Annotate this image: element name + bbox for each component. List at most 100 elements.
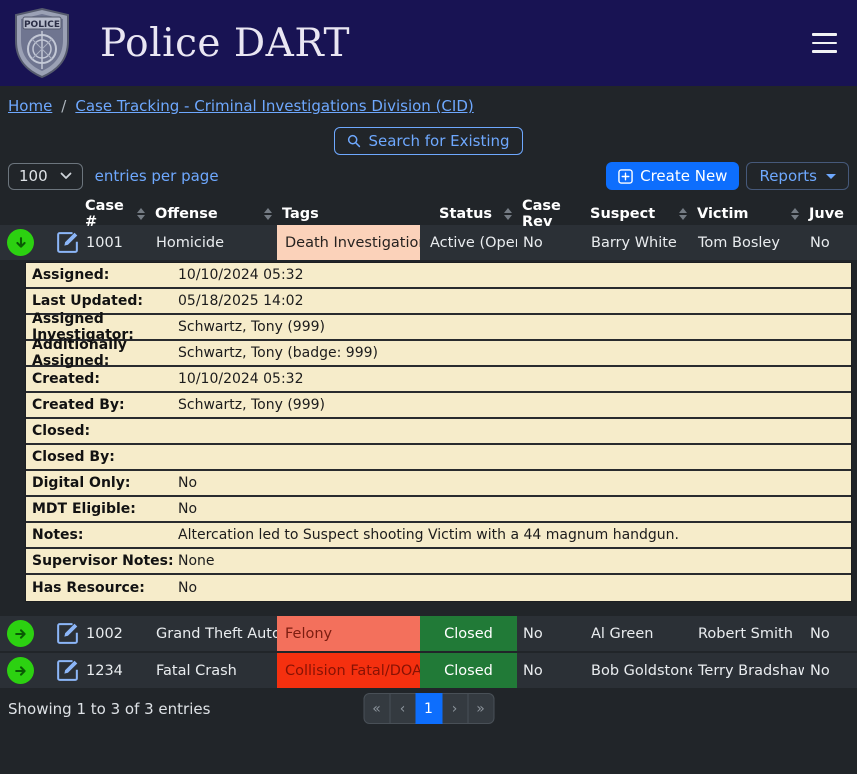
arrow-right-icon xyxy=(13,626,29,642)
sort-icon xyxy=(264,208,272,220)
detail-value: Schwartz, Tony (badge: 999) xyxy=(178,345,378,361)
reports-dropdown-button[interactable]: Reports xyxy=(746,162,849,190)
detail-row: Created By: Schwartz, Tony (999) xyxy=(26,393,851,419)
suspect-cell: Barry White xyxy=(585,225,692,260)
column-header-juve: Juve xyxy=(804,206,857,222)
column-header-tags: Tags xyxy=(277,206,420,222)
case-rev-cell: No xyxy=(517,653,585,688)
edit-pencil-icon xyxy=(56,231,79,254)
detail-label: Created By: xyxy=(26,397,178,413)
offense-cell: Grand Theft Auto xyxy=(150,616,277,651)
detail-label: Assigned: xyxy=(26,267,178,283)
column-header-label: Offense xyxy=(155,206,218,222)
pagination-first-button[interactable]: « xyxy=(363,693,390,724)
detail-label: Closed: xyxy=(26,423,178,439)
table-row: 1234 Fatal Crash Collision Fatal/DOA Clo… xyxy=(0,653,857,690)
edit-cell xyxy=(44,653,80,688)
status-cell: Active (Open) xyxy=(420,225,517,260)
expand-row-button[interactable] xyxy=(7,657,34,684)
victim-cell: Terry Bradshaw xyxy=(692,653,804,688)
police-dart-app: POLICE Police DART Home / Case Tracking … xyxy=(0,0,857,774)
juve-cell: No xyxy=(804,225,857,260)
detail-label: Has Resource: xyxy=(26,580,178,596)
page-size-value: 100 xyxy=(19,167,48,185)
suspect-cell: Al Green xyxy=(585,616,692,651)
logo-text: POLICE xyxy=(24,20,60,30)
page-size-select[interactable]: 100 xyxy=(8,163,83,190)
column-header-label: Suspect xyxy=(590,206,655,222)
case-number-cell: 1234 xyxy=(80,653,150,688)
suspect-cell: Bob Goldstone xyxy=(585,653,692,688)
sort-icon xyxy=(679,208,687,220)
create-new-label: Create New xyxy=(640,167,727,185)
detail-value: 10/10/2024 05:32 xyxy=(178,371,304,387)
status-cell: Closed xyxy=(420,653,517,688)
collapse-row-button[interactable] xyxy=(7,229,34,256)
pagination: « ‹ 1 › » xyxy=(363,693,494,724)
detail-value: No xyxy=(178,501,197,517)
edit-pencil-icon xyxy=(56,659,79,682)
search-row: Search for Existing xyxy=(0,127,857,155)
expand-row-button[interactable] xyxy=(7,620,34,647)
edit-case-button[interactable] xyxy=(50,659,79,682)
tag-cell: Death Investigation xyxy=(277,225,420,260)
column-header-offense[interactable]: Offense xyxy=(150,206,277,222)
page-title: Police DART xyxy=(100,21,350,66)
detail-row: Closed By: xyxy=(26,445,851,471)
masthead: POLICE Police DART xyxy=(0,0,857,86)
column-header-victim[interactable]: Victim xyxy=(692,206,804,222)
table-row: 1002 Grand Theft Auto Felony Closed No A… xyxy=(0,616,857,653)
action-buttons: Create New Reports xyxy=(606,162,849,190)
detail-row: Additionally Assigned: Schwartz, Tony (b… xyxy=(26,341,851,367)
sort-icon xyxy=(791,208,799,220)
plus-square-icon xyxy=(618,169,633,184)
create-new-button[interactable]: Create New xyxy=(606,162,739,190)
column-header-suspect[interactable]: Suspect xyxy=(585,206,692,222)
juve-cell: No xyxy=(804,616,857,651)
expand-cell xyxy=(0,225,44,260)
expand-cell xyxy=(0,653,44,688)
tag-cell: Collision Fatal/DOA xyxy=(277,653,420,688)
detail-value: No xyxy=(178,475,197,491)
detail-row: Closed: xyxy=(26,419,851,445)
pagination-page-1-button[interactable]: 1 xyxy=(415,693,442,724)
table-row: 1001 Homicide Death Investigation Active… xyxy=(0,225,857,262)
juve-cell: No xyxy=(804,653,857,688)
edit-case-button[interactable] xyxy=(50,622,79,645)
sort-icon xyxy=(137,208,145,220)
detail-label: Last Updated: xyxy=(26,293,178,309)
case-rev-cell: No xyxy=(517,616,585,651)
tag-cell: Felony xyxy=(277,616,420,651)
case-number-cell: 1001 xyxy=(80,225,150,260)
police-badge-logo: POLICE xyxy=(10,7,74,79)
expand-cell xyxy=(0,616,44,651)
column-header-status[interactable]: Status xyxy=(420,206,517,222)
pagination-next-button[interactable]: › xyxy=(441,693,468,724)
detail-value: Schwartz, Tony (999) xyxy=(178,319,325,335)
edit-case-button[interactable] xyxy=(50,231,79,254)
column-header-label: Juve xyxy=(809,206,844,222)
detail-label: Digital Only: xyxy=(26,475,178,491)
detail-label: Closed By: xyxy=(26,449,178,465)
sort-icon xyxy=(504,208,512,220)
detail-row: Created: 10/10/2024 05:32 xyxy=(26,367,851,393)
detail-value: 05/18/2025 14:02 xyxy=(178,293,304,309)
case-rev-cell: No xyxy=(517,225,585,260)
chevron-down-icon xyxy=(60,172,72,180)
victim-cell: Tom Bosley xyxy=(692,225,804,260)
column-header-label: Victim xyxy=(697,206,749,222)
detail-value: Altercation led to Suspect shooting Vict… xyxy=(178,527,679,543)
search-existing-button[interactable]: Search for Existing xyxy=(334,127,522,155)
pagination-last-button[interactable]: » xyxy=(467,693,494,724)
breadcrumb-home-link[interactable]: Home xyxy=(8,97,52,115)
table-footer: Showing 1 to 3 of 3 entries « ‹ 1 › » xyxy=(0,690,857,728)
page-size-controls: 100 entries per page xyxy=(8,163,219,190)
caret-down-icon xyxy=(826,174,836,179)
breadcrumb-separator: / xyxy=(61,97,66,115)
detail-label: Supervisor Notes: xyxy=(26,553,178,569)
status-cell: Closed xyxy=(420,616,517,651)
column-header-label: Tags xyxy=(282,206,319,222)
breadcrumb-current-link[interactable]: Case Tracking - Criminal Investigations … xyxy=(75,97,473,115)
pagination-prev-button[interactable]: ‹ xyxy=(389,693,416,724)
menu-hamburger-icon[interactable] xyxy=(810,27,839,59)
